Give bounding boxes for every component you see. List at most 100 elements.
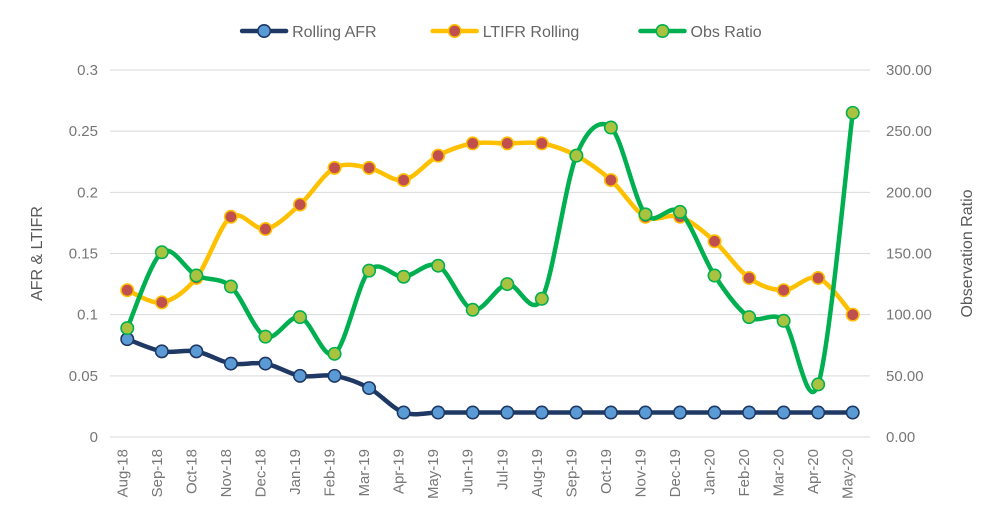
data-point	[120, 283, 135, 298]
data-point	[396, 173, 411, 188]
legend-marker	[447, 23, 462, 38]
x-axis-tick-label: Dec-18	[252, 449, 269, 497]
gridlines: 0 0.05 0.1 0.15 0.2 0.25 0.3	[69, 62, 870, 446]
data-point	[362, 263, 377, 278]
series-line	[125, 110, 855, 395]
x-axis-tick-label: Nov-19	[632, 449, 649, 497]
data-point	[811, 377, 826, 392]
y2-axis-tick-label: 200.00	[886, 184, 932, 201]
data-point	[672, 204, 687, 219]
legend-item[interactable]: Rolling AFR	[239, 23, 377, 41]
data-point	[569, 148, 584, 163]
data-point	[500, 405, 515, 420]
y-axis-tick-label: 0	[90, 429, 98, 446]
data-point	[396, 269, 411, 284]
data-point	[534, 291, 549, 306]
data-point	[742, 310, 757, 325]
x-axis-tick-label: Sep-18	[149, 449, 166, 497]
data-point	[223, 209, 238, 224]
data-point	[258, 329, 273, 344]
y2-axis-tick-label: 0.00	[886, 429, 915, 446]
y-axis-tick-label: 0.3	[77, 62, 98, 79]
data-point	[603, 405, 618, 420]
data-point	[811, 270, 826, 285]
data-point	[776, 313, 791, 328]
data-point	[638, 207, 653, 222]
y2-axis-title: Observation Ratio	[959, 189, 976, 317]
data-point	[292, 197, 307, 212]
y2-axis-tick-label: 300.00	[886, 62, 932, 79]
data-point	[120, 321, 135, 336]
y2-axis-tick-label: 100.00	[886, 307, 932, 324]
data-point	[672, 405, 687, 420]
y-axis-tick-label: 0.1	[77, 307, 98, 324]
data-point	[258, 356, 273, 371]
y-axis-title: AFR & LTIFR	[29, 206, 46, 301]
y2-axis-tick-label: 150.00	[886, 246, 932, 263]
x-axis-tick-label: May-20	[840, 449, 857, 499]
x-axis-tick-label: Jul-19	[494, 449, 511, 490]
x-axis-tick-label: Mar-20	[771, 449, 788, 497]
data-point	[534, 136, 549, 151]
data-point	[189, 344, 204, 359]
legend-marker	[655, 23, 670, 38]
legend-item[interactable]: Obs Ratio	[638, 23, 762, 41]
x-axis-tick-label: Feb-20	[736, 449, 753, 497]
x-axis-tick-label: Dec-19	[667, 449, 684, 497]
data-point	[465, 136, 480, 151]
data-point	[603, 173, 618, 188]
data-point	[465, 405, 480, 420]
legend-label: Rolling AFR	[292, 24, 376, 41]
y2-axis-tick-label: 250.00	[886, 123, 932, 140]
data-point	[638, 405, 653, 420]
data-point	[154, 245, 169, 260]
y-axis-tick-label: 0.15	[69, 246, 98, 263]
y-axis-tick-label: 0.25	[69, 123, 98, 140]
data-point	[707, 405, 722, 420]
x-axis-tick-label: Sep-19	[563, 449, 580, 497]
x-axis-tick-label: Oct-19	[598, 449, 615, 494]
data-point	[189, 268, 204, 283]
data-point	[845, 405, 860, 420]
data-point	[154, 295, 169, 310]
data-point	[534, 405, 549, 420]
x-axis-tick-label: Aug-19	[529, 449, 546, 497]
data-point	[327, 160, 342, 175]
data-point	[707, 268, 722, 283]
data-point	[845, 105, 860, 120]
data-point	[292, 310, 307, 325]
data-point	[845, 307, 860, 322]
data-point	[500, 136, 515, 151]
x-axis-tick-label: Nov-18	[218, 449, 235, 497]
x-axis-tick-label: Jan-20	[702, 449, 719, 495]
x-axis-tick-label: Aug-18	[114, 449, 131, 497]
chart-legend: Rolling AFR LTIFR Rolling Obs Ratio	[239, 23, 762, 41]
data-point	[362, 160, 377, 175]
y2-axis-tick-label: 50.00	[886, 368, 924, 385]
x-axis-tick-label: Jun-19	[460, 449, 477, 495]
data-point	[223, 279, 238, 294]
data-point	[742, 405, 757, 420]
data-point	[465, 302, 480, 317]
data-point	[500, 277, 515, 292]
data-point	[431, 405, 446, 420]
x-axis-tick-label: May-19	[425, 449, 442, 499]
data-point	[396, 405, 411, 420]
x-axis-tick-label: Mar-19	[356, 449, 373, 497]
x-axis-tick-label: Feb-19	[322, 449, 339, 497]
series-line	[125, 336, 855, 417]
x-axis-tick-label: Oct-18	[183, 449, 200, 494]
data-point	[742, 270, 757, 285]
data-point	[327, 368, 342, 383]
x-axis-labels: Aug-18 Sep-18 Oct-18 Nov-18 Dec-18 Jan-19 Feb-…	[114, 449, 856, 499]
data-point	[603, 120, 618, 135]
data-point	[431, 148, 446, 163]
y2-axis: 0.00 50.00 100.00 150.00 200.00 250.00 300.00	[886, 62, 932, 446]
data-point	[292, 368, 307, 383]
legend-item[interactable]: LTIFR Rolling	[430, 23, 580, 41]
chart-container: 0 0.05 0.1 0.15 0.2 0.25 0.3 0.00 50.00 100.00 150…	[0, 0, 1006, 528]
line-chart: 0 0.05 0.1 0.15 0.2 0.25 0.3 0.00 50.00 100.00 150…	[29, 23, 976, 499]
x-axis-tick-label: Jan-19	[287, 449, 304, 495]
legend-label: LTIFR Rolling	[483, 24, 580, 41]
data-point	[569, 405, 584, 420]
